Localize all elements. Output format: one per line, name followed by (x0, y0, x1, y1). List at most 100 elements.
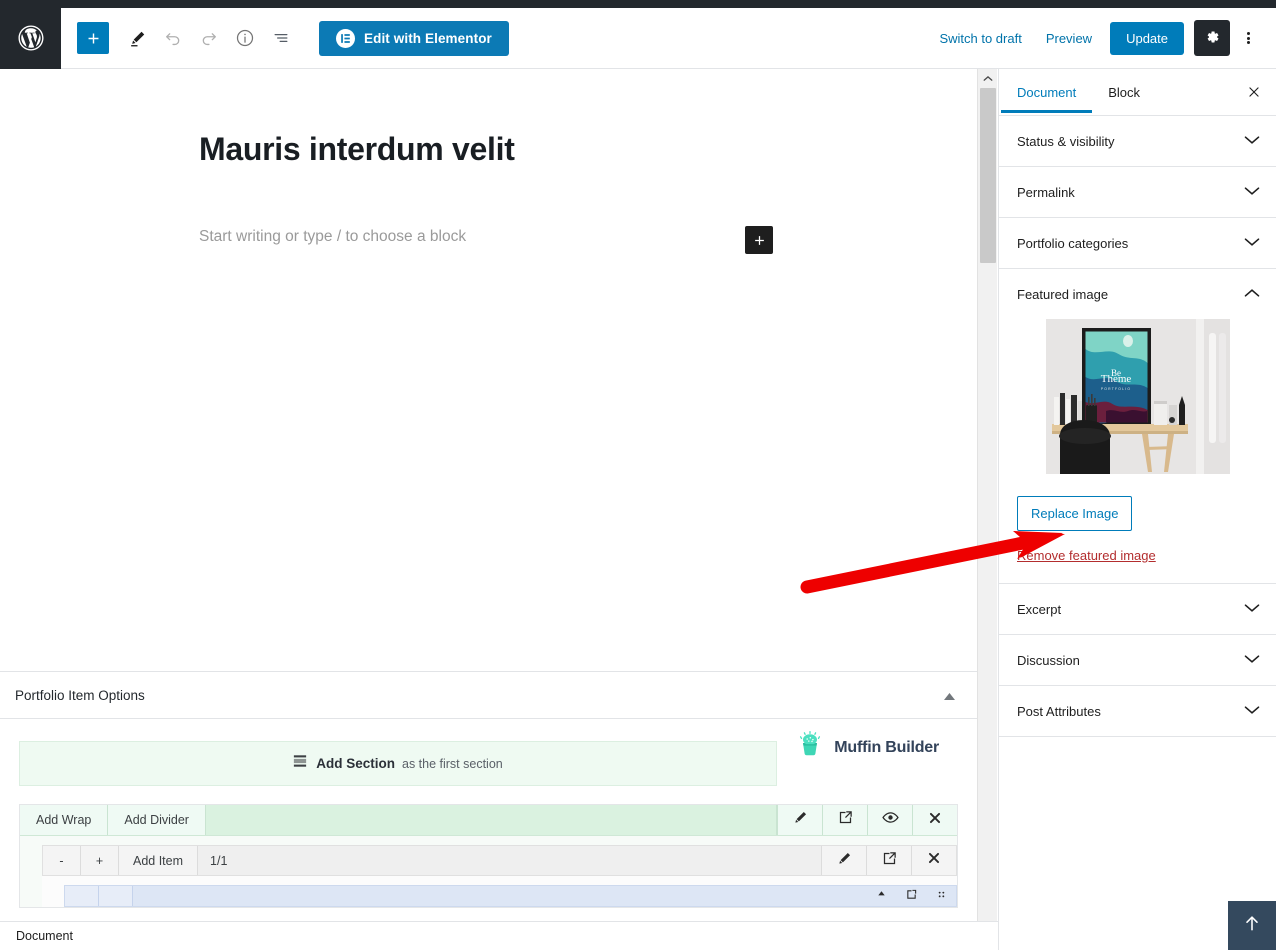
panel-excerpt: Excerpt (999, 584, 1276, 635)
panel-status-visibility: Status & visibility (999, 116, 1276, 167)
builder-item-row (64, 885, 957, 907)
item-label-cell[interactable] (99, 886, 133, 906)
remove-featured-image-link[interactable]: Remove featured image (1017, 548, 1156, 563)
arrow-up-icon (1242, 912, 1262, 939)
panel-featured-image: Featured image Be Theme PORTFOLIO Replac… (999, 269, 1276, 584)
section-clone-button[interactable] (822, 805, 867, 835)
delete-x-icon (928, 811, 942, 830)
block-placeholder-text[interactable]: Start writing or type / to choose a bloc… (199, 228, 466, 246)
gear-icon (1203, 28, 1221, 49)
panel-permalink-header[interactable]: Permalink (999, 167, 1276, 217)
builder-wrap-container: - + Add Item 1/1 (20, 836, 957, 907)
add-section-label: Add Section (316, 756, 395, 771)
undo-button[interactable] (155, 20, 191, 56)
info-icon (235, 28, 255, 48)
more-options-button[interactable] (1232, 20, 1264, 56)
block-inserter-button[interactable] (745, 226, 773, 254)
panel-excerpt-header[interactable]: Excerpt (999, 584, 1276, 634)
wrap-clone-button[interactable] (866, 846, 911, 875)
wrap-increase-button[interactable]: + (81, 846, 119, 875)
item-move-up-button[interactable] (866, 886, 896, 906)
redo-button[interactable] (191, 20, 227, 56)
tab-block[interactable]: Block (1092, 71, 1156, 113)
section-row-spacer (206, 805, 777, 835)
panel-portfolio-categories-label: Portfolio categories (1017, 235, 1129, 251)
caret-up-icon (944, 688, 955, 703)
panel-permalink-label: Permalink (1017, 184, 1075, 200)
header-tools: Edit with Elementor (61, 20, 509, 56)
breadcrumb[interactable]: Document (16, 929, 73, 943)
move-up-icon (876, 887, 887, 905)
replace-image-button[interactable]: Replace Image (1017, 496, 1133, 531)
post-title[interactable]: Mauris interdum velit (199, 131, 515, 168)
panel-featured-image-header[interactable]: Featured image (999, 269, 1276, 319)
edit-mode-button[interactable] (119, 20, 155, 56)
wordpress-logo-button[interactable] (0, 7, 61, 69)
chevron-up-icon (983, 69, 993, 87)
wrap-edit-button[interactable] (821, 846, 866, 875)
panel-status-visibility-header[interactable]: Status & visibility (999, 116, 1276, 166)
item-clone-button[interactable] (896, 886, 926, 906)
add-block-button[interactable] (77, 22, 109, 54)
wordpress-icon (16, 23, 46, 53)
chevron-down-icon (1244, 651, 1260, 669)
wrap-delete-button[interactable] (911, 846, 956, 875)
muffin-builder-brand: Muffin Builder (794, 729, 939, 766)
add-item-button[interactable]: Add Item (119, 846, 199, 875)
tab-document[interactable]: Document (1001, 71, 1092, 113)
item-drag-handle[interactable] (926, 886, 956, 906)
panel-featured-image-body: Be Theme PORTFOLIO Replace Image Remove … (999, 319, 1276, 583)
section-icon (293, 754, 307, 773)
clone-icon (906, 887, 917, 905)
editor-breadcrumb-bar: Document (0, 921, 998, 950)
featured-image-thumbnail[interactable]: Be Theme PORTFOLIO (1046, 319, 1230, 474)
scrollbar-thumb[interactable] (980, 88, 996, 263)
edit-with-elementor-button[interactable]: Edit with Elementor (319, 20, 509, 56)
details-button[interactable] (227, 20, 263, 56)
panel-discussion-header[interactable]: Discussion (999, 635, 1276, 685)
panel-excerpt-label: Excerpt (1017, 601, 1062, 617)
switch-to-draft-button[interactable]: Switch to draft (927, 25, 1033, 52)
add-wrap-button[interactable]: Add Wrap (20, 805, 109, 835)
metabox-title: Portfolio Item Options (15, 687, 145, 703)
panel-status-visibility-label: Status & visibility (1017, 133, 1115, 149)
chevron-down-icon (1244, 600, 1260, 618)
editor-canvas: Mauris interdum velit Start writing or t… (0, 69, 977, 950)
settings-button[interactable] (1194, 20, 1230, 56)
wrap-decrease-button[interactable]: - (43, 846, 81, 875)
section-delete-button[interactable] (912, 805, 957, 835)
undo-icon (163, 28, 183, 48)
list-view-button[interactable] (263, 20, 299, 56)
chevron-up-icon (1244, 285, 1260, 303)
builder-wrap-row: - + Add Item 1/1 (42, 845, 957, 876)
metabox-body: Add Section as the first section Muffin … (0, 719, 977, 908)
wrap-ratio-label: 1/1 (210, 853, 228, 868)
panel-post-attributes-header[interactable]: Post Attributes (999, 686, 1276, 736)
update-button[interactable]: Update (1110, 21, 1184, 55)
builder-section-row: Add Wrap Add Divider (20, 805, 957, 836)
muffin-builder-rows: Add Wrap Add Divider - + Add Item 1/1 (19, 804, 958, 908)
preview-button[interactable]: Preview (1034, 25, 1104, 52)
panel-portfolio-categories-header[interactable]: Portfolio categories (999, 218, 1276, 268)
add-section-button[interactable]: Add Section as the first section (19, 741, 777, 786)
scroll-to-top-button[interactable] (1228, 901, 1276, 950)
section-edit-button[interactable] (777, 805, 822, 835)
chevron-down-icon (1244, 234, 1260, 252)
builder-item-container (42, 876, 957, 907)
panel-portfolio-categories: Portfolio categories (999, 218, 1276, 269)
muffin-cupcake-icon (794, 729, 826, 766)
chevron-down-icon (1244, 132, 1260, 150)
metabox-header[interactable]: Portfolio Item Options (0, 672, 977, 719)
scrollbar-up-arrow[interactable] (978, 69, 998, 87)
canvas-scrollbar[interactable] (977, 69, 997, 950)
item-handle-cell[interactable] (65, 886, 99, 906)
drag-handle-icon (936, 887, 947, 905)
add-divider-button[interactable]: Add Divider (108, 805, 206, 835)
section-visibility-button[interactable] (867, 805, 912, 835)
block-editor-area[interactable]: Mauris interdum velit Start writing or t… (0, 69, 977, 670)
poster-line-2: Theme (1101, 373, 1132, 385)
close-sidebar-button[interactable] (1242, 81, 1266, 105)
metabox-collapse-toggle[interactable] (940, 684, 959, 707)
svg-text:PORTFOLIO: PORTFOLIO (1101, 387, 1131, 391)
list-view-icon (271, 28, 291, 48)
